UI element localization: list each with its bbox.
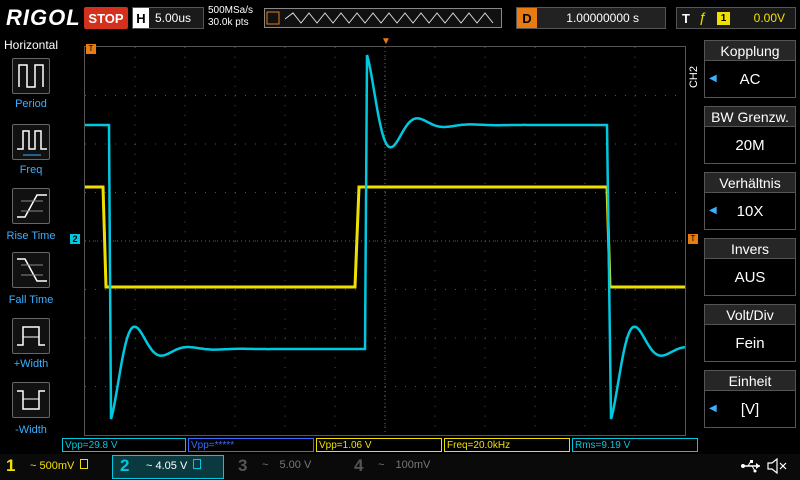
ch2-info[interactable]: ~ 4.05 V — [146, 459, 202, 472]
right-menu-item-0[interactable]: Kopplung ◀ AC — [704, 40, 796, 98]
measurement-ch2-rms[interactable]: Rms=9.19 V — [572, 438, 698, 452]
measurement-ch1-vpp[interactable]: Vpp=1.06 V — [316, 438, 442, 452]
left-menu-fall-time[interactable]: Fall Time — [0, 294, 62, 306]
ch2-number[interactable]: 2 — [120, 456, 129, 476]
ch3-number[interactable]: 3 — [238, 456, 247, 476]
pos-width-icon[interactable] — [12, 318, 50, 354]
rising-edge-icon: ƒ — [699, 9, 707, 25]
right-menu-value-text: AUS — [734, 268, 766, 286]
left-arrow-icon: ◀ — [709, 205, 717, 216]
ch2-coupling-icon: ~ — [146, 460, 153, 472]
ch1-number[interactable]: 1 — [6, 456, 15, 476]
right-menu-value[interactable]: AUS — [704, 258, 796, 296]
left-menu-pos-width[interactable]: +Width — [0, 358, 62, 370]
right-menu-item-4[interactable]: Volt/Div Fein — [704, 304, 796, 362]
ch4-coupling-icon: ~ — [378, 459, 385, 471]
ch4-info[interactable]: ~ 100mV — [378, 459, 430, 471]
right-menu-value-text: 10X — [736, 202, 764, 220]
horizontal-letter: H — [133, 8, 149, 28]
right-menu-item-5[interactable]: Einheit ◀ [V] — [704, 370, 796, 428]
sample-info: 500MSa/s 30.0k pts — [208, 5, 253, 29]
left-menu-rise-time[interactable]: Rise Time — [0, 230, 62, 242]
usb-icon — [740, 458, 762, 474]
ch1-scale: 500mV — [39, 460, 75, 472]
measurement-ch1-freq[interactable]: Freq=20.0kHz — [444, 438, 570, 452]
trigger-level: 0.00V — [753, 11, 785, 25]
measurement-ch2-vpp[interactable]: Vpp=29.8 V — [62, 438, 186, 452]
memory-waveform-icon — [266, 11, 494, 25]
delay-letter: D — [517, 8, 537, 28]
measurement-ch4-vpp[interactable]: Vpp=***** — [188, 438, 314, 452]
left-menu-period[interactable]: Period — [0, 98, 62, 110]
ch4-number[interactable]: 4 — [354, 456, 363, 476]
fall-time-icon[interactable] — [12, 252, 50, 288]
right-menu-label: BW Grenzw. — [704, 106, 796, 126]
right-menu-value[interactable]: 20M — [704, 126, 796, 164]
left-menu-title: Horizontal — [3, 38, 59, 52]
right-menu-item-1[interactable]: BW Grenzw. 20M — [704, 106, 796, 164]
right-menu-label: Kopplung — [704, 40, 796, 60]
sample-rate: 500MSa/s — [208, 5, 254, 16]
ch3-coupling-icon: ~ — [262, 459, 269, 471]
right-menu-value[interactable]: ◀ AC — [704, 60, 796, 98]
right-menu-item-3[interactable]: Invers AUS — [704, 238, 796, 296]
ch2-waveform — [85, 54, 686, 420]
left-arrow-icon: ◀ — [709, 73, 717, 84]
ch1-coupling-icon: ~ — [30, 460, 37, 472]
trigger-position-marker[interactable]: ▼ — [381, 36, 391, 47]
speaker-mute-icon[interactable] — [766, 457, 788, 475]
delay-value: 1.00000000 s — [566, 11, 639, 25]
period-icon[interactable] — [12, 58, 50, 94]
memory-overview-bar[interactable] — [264, 8, 502, 28]
trigger-box[interactable]: T ƒ 1 0.00V — [676, 7, 796, 29]
trigger-level-marker[interactable]: T — [688, 234, 698, 244]
freq-icon[interactable] — [12, 124, 50, 160]
memory-points: 30.0k pts — [208, 17, 249, 28]
neg-width-icon[interactable] — [12, 382, 50, 418]
ch1-info[interactable]: ~ 500mV — [30, 459, 89, 472]
left-menu-freq[interactable]: Freq — [0, 164, 62, 176]
right-menu-channel-label: CH2 — [688, 66, 700, 89]
left-arrow-icon: ◀ — [709, 403, 717, 414]
ch1-trigger-marker[interactable]: T — [86, 44, 96, 54]
right-menu-label: Einheit — [704, 370, 796, 390]
trigger-letter: T — [682, 11, 690, 26]
rigol-logo: RIGOL — [6, 5, 81, 30]
right-menu-value-text: [V] — [740, 400, 760, 418]
timebase-box[interactable]: H 5.00us — [132, 7, 204, 29]
right-menu-item-2[interactable]: Verhältnis ◀ 10X — [704, 172, 796, 230]
ch1-waveform — [85, 185, 685, 289]
right-menu-value[interactable]: Fein — [704, 324, 796, 362]
waveform-display[interactable] — [84, 46, 686, 436]
timebase-value: 5.00us — [155, 11, 192, 25]
right-menu-value-text: AC — [739, 70, 761, 88]
ch3-scale: 5.00 V — [279, 459, 312, 471]
delay-box[interactable]: D 1.00000000 s — [516, 7, 666, 29]
trigger-source: 1 — [717, 12, 730, 25]
ch2-bw-icon — [193, 459, 202, 469]
right-menu-value[interactable]: ◀ [V] — [704, 390, 796, 428]
right-menu-value-text: Fein — [735, 334, 765, 352]
ch2-scale: 4.05 V — [155, 460, 188, 472]
top-status-bar: RIGOL STOP H 5.00us 500MSa/s 30.0k pts D… — [0, 0, 800, 38]
run-stop-button[interactable]: STOP — [84, 7, 128, 29]
ch2-offset-marker[interactable]: 2 — [70, 234, 80, 244]
right-menu-value[interactable]: ◀ 10X — [704, 192, 796, 230]
rise-time-icon[interactable] — [12, 188, 50, 224]
right-menu-label: Volt/Div — [704, 304, 796, 324]
ch4-scale: 100mV — [395, 459, 431, 471]
right-menu-label: Invers — [704, 238, 796, 258]
left-menu-neg-width[interactable]: -Width — [0, 424, 62, 436]
right-menu-label: Verhältnis — [704, 172, 796, 192]
ch3-info[interactable]: ~ 5.00 V — [262, 459, 311, 471]
right-menu-value-text: 20M — [735, 136, 765, 154]
waveform-canvas — [85, 47, 686, 436]
ch1-bw-icon — [80, 459, 89, 469]
